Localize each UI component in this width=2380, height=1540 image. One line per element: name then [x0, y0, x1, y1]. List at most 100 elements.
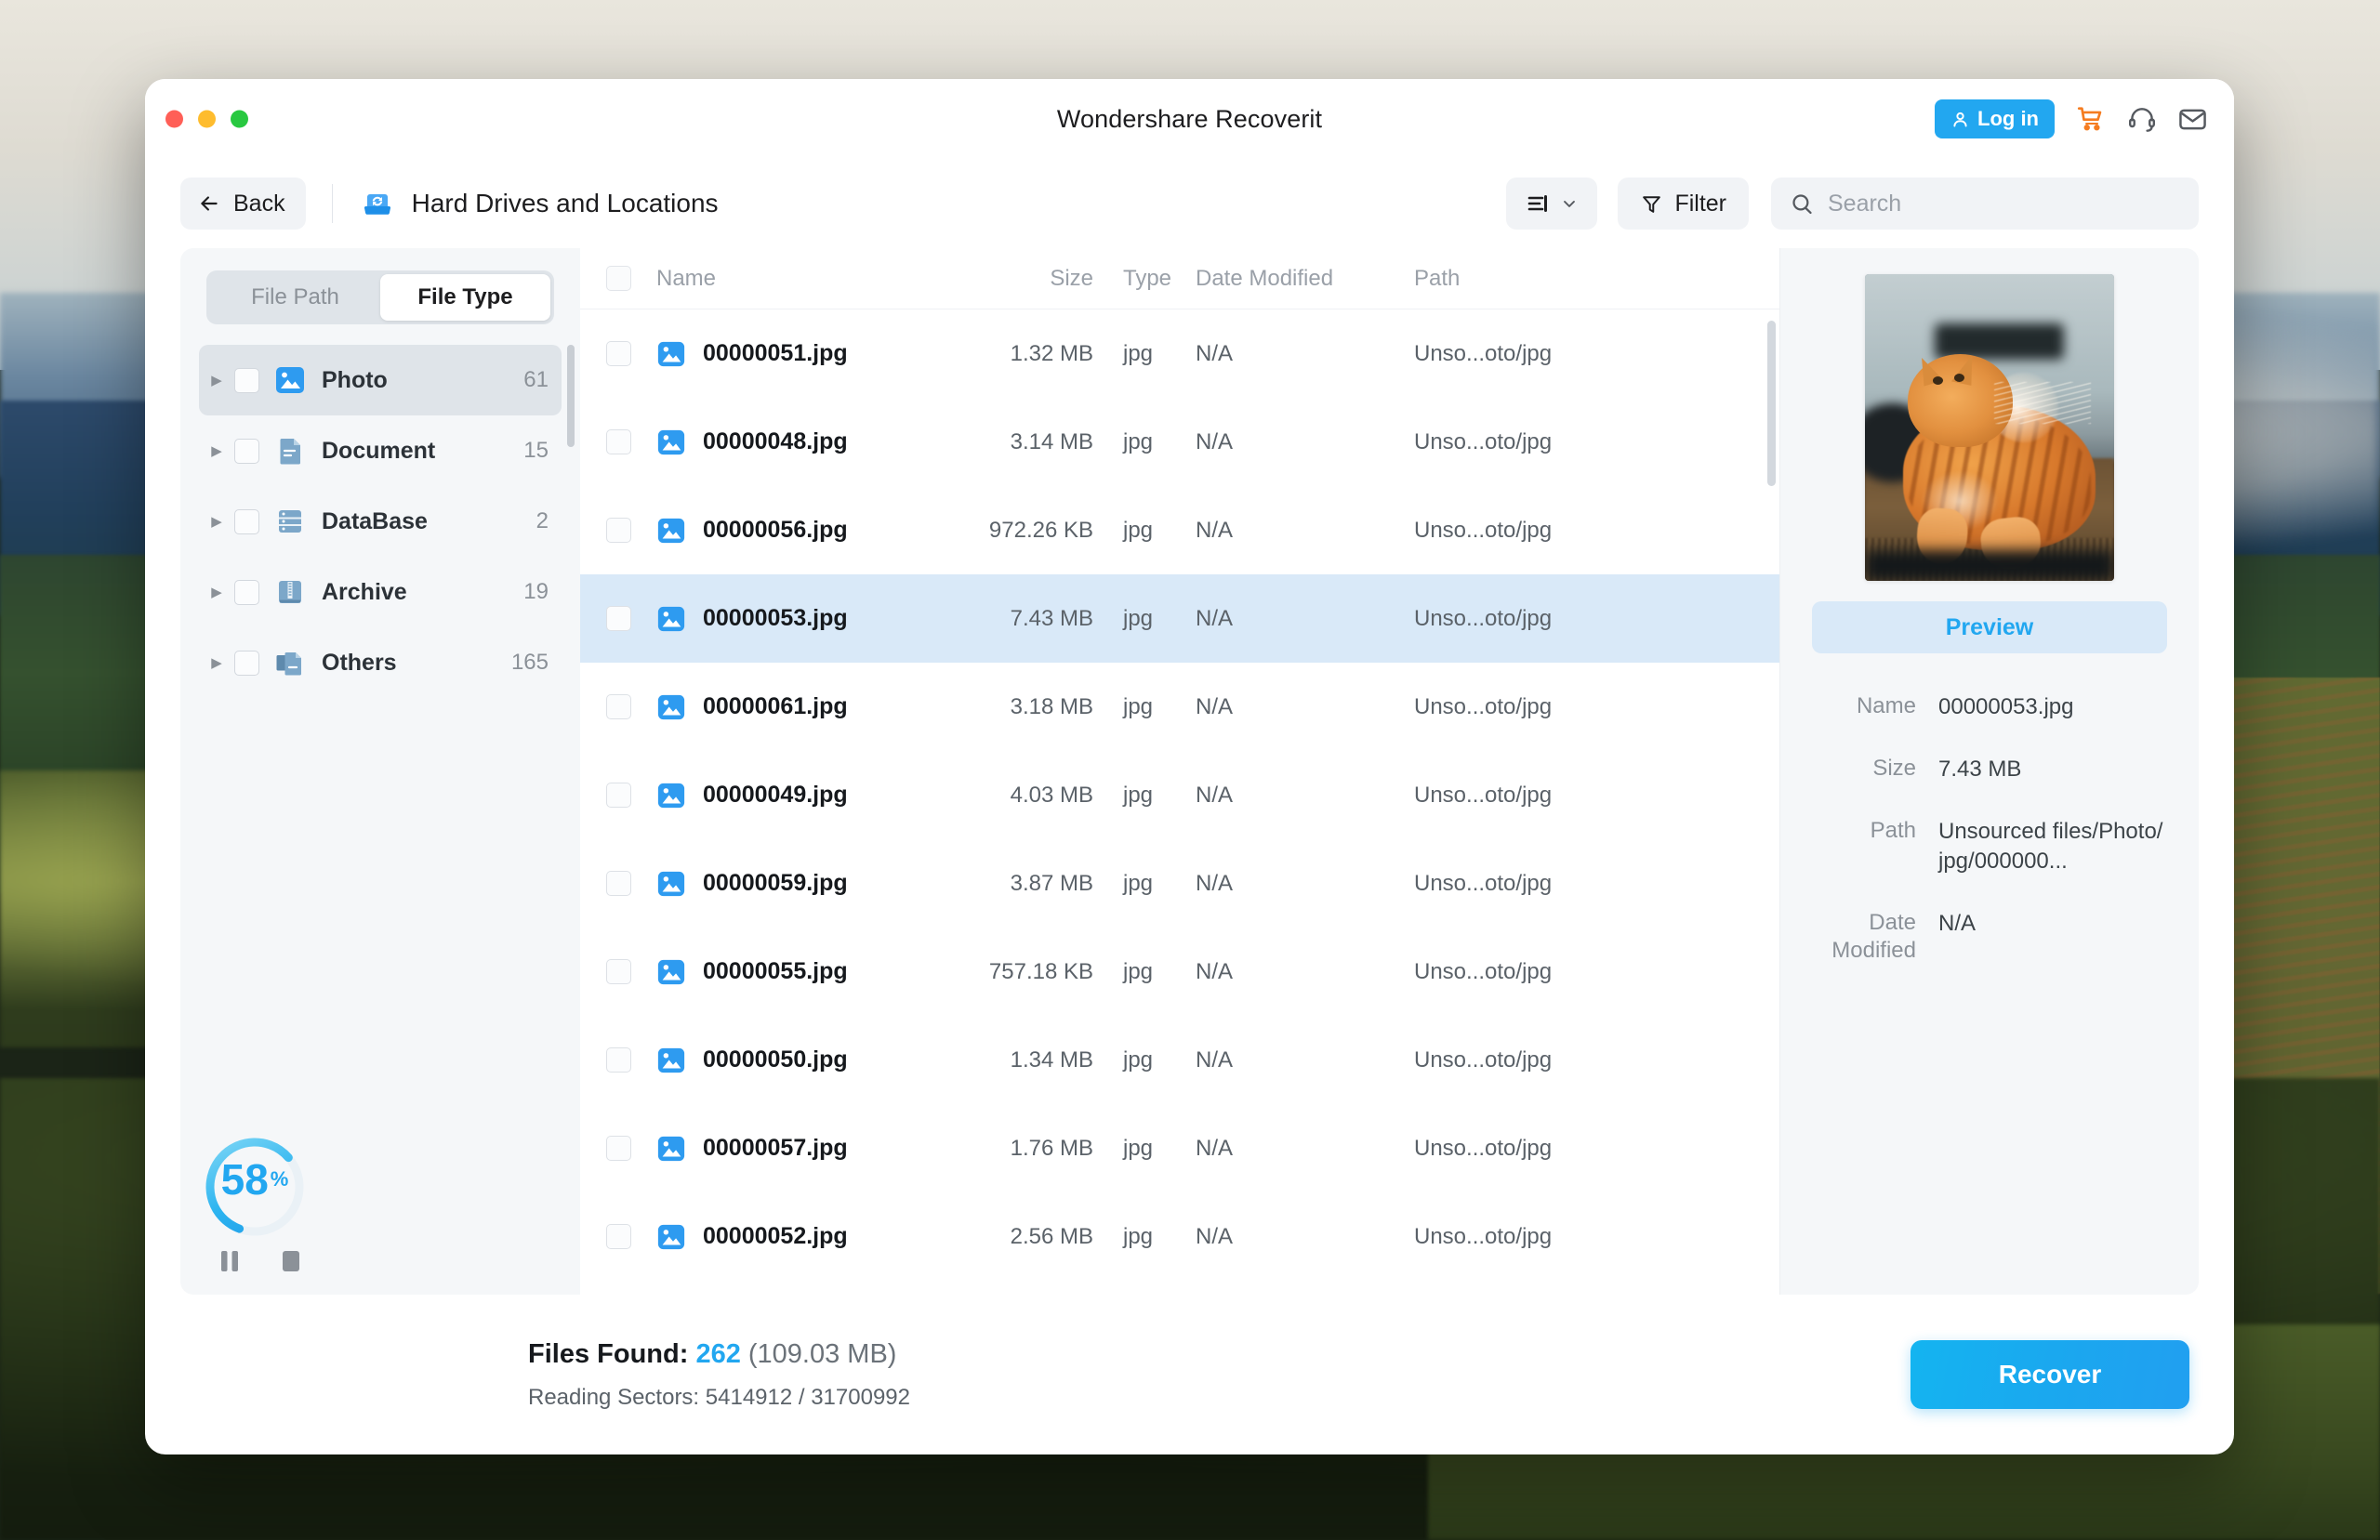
category-checkbox[interactable]: [234, 368, 259, 393]
column-header-date-modified[interactable]: Date Modified: [1196, 266, 1414, 292]
search-box[interactable]: [1771, 178, 2199, 230]
table-row[interactable]: 00000055.jpg757.18 KBjpgN/AUnso...oto/jp…: [580, 928, 1779, 1016]
file-type-icon: [656, 957, 686, 987]
table-row[interactable]: 00000052.jpg2.56 MBjpgN/AUnso...oto/jpg: [580, 1192, 1779, 1281]
row-checkbox-cell[interactable]: [580, 1047, 656, 1073]
tab-file-type[interactable]: File Type: [380, 274, 550, 321]
row-checkbox-cell[interactable]: [580, 694, 656, 719]
files-found-bytes: (109.03 MB): [748, 1339, 897, 1369]
category-checkbox[interactable]: [234, 509, 259, 534]
archive-icon: [274, 576, 306, 608]
row-checkbox[interactable]: [606, 341, 631, 366]
row-checkbox-cell[interactable]: [580, 341, 656, 366]
table-row[interactable]: 00000051.jpg1.32 MBjpgN/AUnso...oto/jpg: [580, 309, 1779, 398]
filter-button[interactable]: Filter: [1618, 178, 1749, 230]
sidebar-item-document[interactable]: ▶ Document 15: [199, 415, 562, 486]
support-button[interactable]: [2127, 104, 2157, 134]
expand-triangle-icon[interactable]: ▶: [206, 513, 227, 530]
database-icon: [274, 506, 306, 537]
login-button[interactable]: Log in: [1935, 99, 2055, 138]
file-path: Unso...oto/jpg: [1414, 606, 1779, 632]
file-metadata: Name00000053.jpgSize7.43 MBPathUnsourced…: [1812, 692, 2167, 998]
file-date-modified: N/A: [1196, 959, 1414, 985]
recover-button[interactable]: Recover: [1911, 1340, 2189, 1409]
stop-scan-button[interactable]: [279, 1248, 303, 1274]
table-row[interactable]: 00000061.jpg3.18 MBjpgN/AUnso...oto/jpg: [580, 663, 1779, 751]
cart-button[interactable]: [2075, 103, 2107, 135]
category-checkbox[interactable]: [234, 651, 259, 676]
file-name: 00000048.jpg: [703, 428, 848, 455]
row-checkbox-cell[interactable]: [580, 606, 656, 631]
metadata-row: PathUnsourced files/Photo/jpg/000000...: [1812, 817, 2167, 875]
file-date-modified: N/A: [1196, 1224, 1414, 1250]
table-scrollbar[interactable]: [1767, 321, 1776, 486]
progress-ring: 58 %: [203, 1135, 307, 1239]
preview-button[interactable]: Preview: [1812, 601, 2167, 653]
table-row[interactable]: 00000057.jpg1.76 MBjpgN/AUnso...oto/jpg: [580, 1104, 1779, 1192]
sidebar-item-archive[interactable]: ▶ Archive 19: [199, 557, 562, 627]
select-all-cell[interactable]: [580, 266, 656, 291]
table-row[interactable]: 00000053.jpg7.43 MBjpgN/AUnso...oto/jpg: [580, 574, 1779, 663]
row-checkbox[interactable]: [606, 1136, 631, 1161]
back-button[interactable]: Back: [180, 178, 306, 230]
expand-triangle-icon[interactable]: ▶: [206, 584, 227, 600]
row-checkbox[interactable]: [606, 694, 631, 719]
select-all-checkbox[interactable]: [606, 266, 631, 291]
pause-scan-button[interactable]: [218, 1248, 242, 1274]
row-checkbox-cell[interactable]: [580, 1224, 656, 1249]
expand-triangle-icon[interactable]: ▶: [206, 654, 227, 671]
row-checkbox-cell[interactable]: [580, 429, 656, 454]
tab-file-path[interactable]: File Path: [210, 274, 380, 321]
expand-triangle-icon[interactable]: ▶: [206, 372, 227, 388]
row-checkbox-cell[interactable]: [580, 959, 656, 984]
table-row[interactable]: 00000048.jpg3.14 MBjpgN/AUnso...oto/jpg: [580, 398, 1779, 486]
table-row[interactable]: 00000059.jpg3.87 MBjpgN/AUnso...oto/jpg: [580, 839, 1779, 928]
file-date-modified: N/A: [1196, 341, 1414, 367]
row-checkbox-cell[interactable]: [580, 871, 656, 896]
table-row[interactable]: 00000049.jpg4.03 MBjpgN/AUnso...oto/jpg: [580, 751, 1779, 839]
file-type-icon: [656, 1134, 686, 1164]
column-header-type[interactable]: Type: [1093, 266, 1196, 292]
row-checkbox[interactable]: [606, 783, 631, 808]
row-checkbox[interactable]: [606, 1224, 631, 1249]
cat-eye-right: [1954, 374, 1964, 382]
mail-button[interactable]: [2177, 104, 2208, 135]
category-checkbox[interactable]: [234, 580, 259, 605]
category-checkbox[interactable]: [234, 439, 259, 464]
preview-thumbnail[interactable]: [1865, 274, 2114, 581]
file-type-icon: [656, 1222, 686, 1252]
sidebar-item-others[interactable]: ▶ Others 165: [199, 627, 562, 698]
column-header-name[interactable]: Name: [656, 266, 982, 292]
row-checkbox-cell[interactable]: [580, 518, 656, 543]
table-row[interactable]: 00000050.jpg1.34 MBjpgN/AUnso...oto/jpg: [580, 1016, 1779, 1104]
row-checkbox[interactable]: [606, 518, 631, 543]
row-checkbox[interactable]: [606, 959, 631, 984]
row-checkbox[interactable]: [606, 606, 631, 631]
funnel-icon: [1640, 192, 1663, 216]
scan-progress-widget: 58 %: [180, 1135, 580, 1295]
stop-icon: [279, 1248, 303, 1274]
category-label: Document: [322, 438, 435, 465]
cat-whiskers: [1994, 382, 2091, 424]
row-checkbox-cell[interactable]: [580, 783, 656, 808]
row-checkbox[interactable]: [606, 1047, 631, 1073]
table-row[interactable]: 00000056.jpg972.26 KBjpgN/AUnso...oto/jp…: [580, 486, 1779, 574]
sidebar-scrollbar[interactable]: [567, 345, 575, 447]
search-icon: [1790, 191, 1815, 217]
files-found-label: Files Found:: [528, 1339, 688, 1369]
expand-triangle-icon[interactable]: ▶: [206, 442, 227, 459]
view-mode-button[interactable]: [1506, 178, 1597, 230]
sidebar-item-database[interactable]: ▶ DataBase 2: [199, 486, 562, 557]
scan-controls: [218, 1248, 580, 1274]
category-count: 15: [523, 438, 549, 464]
column-header-size[interactable]: Size: [982, 266, 1093, 292]
sidebar-item-photo[interactable]: ▶ Photo 61: [199, 345, 562, 415]
row-checkbox[interactable]: [606, 429, 631, 454]
reading-sectors-label: Reading Sectors: 5414912 / 31700992: [528, 1385, 910, 1411]
search-input[interactable]: [1828, 191, 2180, 217]
file-name: 00000049.jpg: [703, 782, 848, 809]
row-checkbox-cell[interactable]: [580, 1136, 656, 1161]
row-checkbox[interactable]: [606, 871, 631, 896]
column-header-path[interactable]: Path: [1414, 266, 1779, 292]
scan-status: Files Found: 262 (109.03 MB) Reading Sec…: [528, 1339, 910, 1411]
